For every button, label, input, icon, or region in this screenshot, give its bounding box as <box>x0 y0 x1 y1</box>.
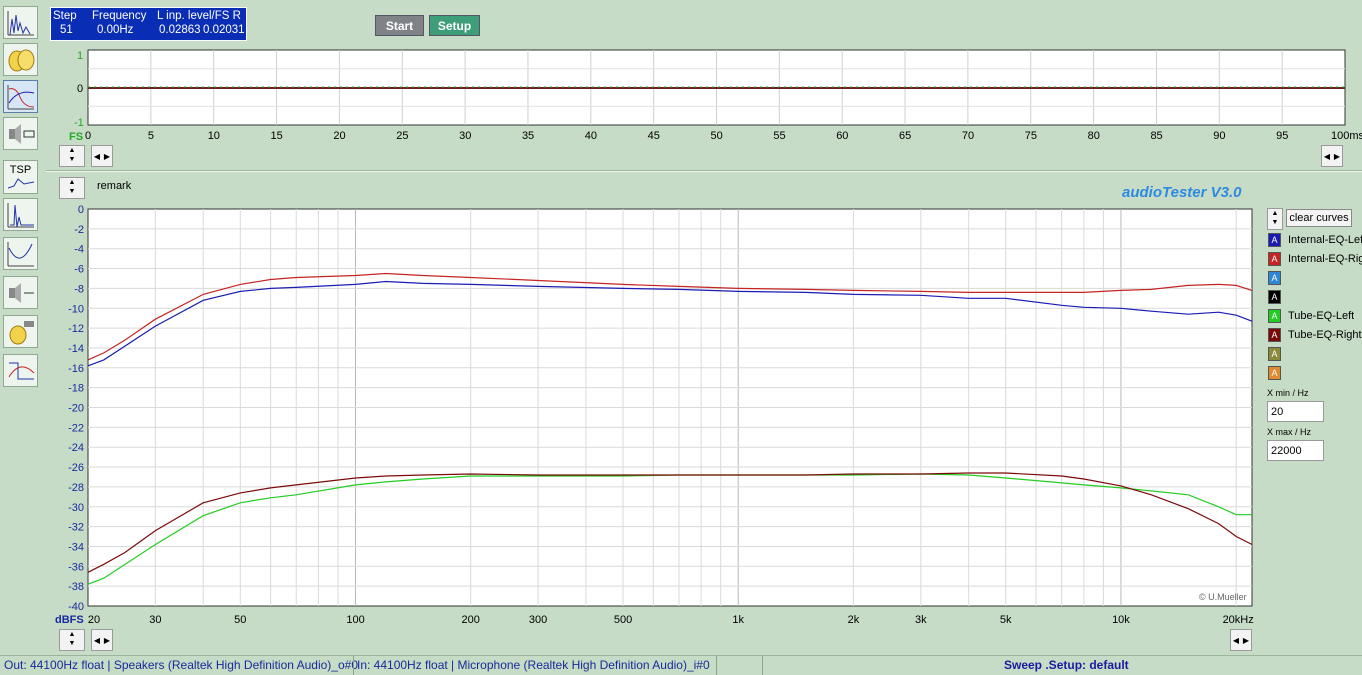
y-tick-label: -30 <box>68 502 84 514</box>
y-tick-label: -22 <box>68 422 84 434</box>
x-tick-label: 1k <box>732 614 744 626</box>
legend-label: Tube-EQ-Right <box>1288 329 1362 341</box>
y-tick-label: -2 <box>74 224 84 236</box>
status-bar: Out: 44100Hz float | Speakers (Realtek H… <box>0 655 1362 675</box>
xmax-label: X max / Hz <box>1267 427 1312 437</box>
legend-item[interactable]: A <box>1268 289 1288 305</box>
sweep-setup-status: Sweep .Setup: default <box>1004 658 1129 672</box>
xmin-label: X min / Hz <box>1267 388 1309 398</box>
input-device-status: In: 44100Hz float | Microphone (Realtek … <box>357 658 710 672</box>
legend-item[interactable]: A Internal-EQ-Left <box>1268 232 1362 248</box>
y-tick-label: -34 <box>68 541 84 553</box>
x-tick-label: 3k <box>915 614 927 626</box>
x-tick-label: 200 <box>462 614 480 626</box>
curve-color-swatch[interactable]: A <box>1268 290 1281 304</box>
x-tick-label: 300 <box>529 614 547 626</box>
curve-color-swatch[interactable]: A <box>1268 271 1281 285</box>
y-tick-label: -36 <box>68 561 84 573</box>
y-tick-label: -6 <box>74 264 84 276</box>
x-tick-label: 10k <box>1112 614 1130 626</box>
legend-item[interactable]: A Tube-EQ-Right <box>1268 327 1362 343</box>
legend-item[interactable]: A Internal-EQ-Right <box>1268 251 1362 267</box>
bottom-right-scroll[interactable]: ◀ ▶ <box>1230 629 1252 651</box>
y-tick-label: -8 <box>74 283 84 295</box>
legend-item[interactable]: A <box>1268 270 1288 286</box>
x-tick-label: 100 <box>346 614 364 626</box>
x-tick-label: 5k <box>1000 614 1012 626</box>
legend-item[interactable]: A <box>1268 365 1288 381</box>
curve-color-swatch[interactable]: A <box>1268 328 1281 342</box>
y-tick-label: -20 <box>68 403 84 415</box>
y-tick-label: -32 <box>68 522 84 534</box>
curve-color-swatch[interactable]: A <box>1268 233 1281 247</box>
y-tick-label: -28 <box>68 482 84 494</box>
x-tick-label: 20kHz <box>1223 614 1254 626</box>
x-tick-label: 2k <box>848 614 860 626</box>
y-tick-label: -4 <box>74 244 84 256</box>
legend-label: Internal-EQ-Left <box>1288 234 1362 246</box>
y-tick-label: -24 <box>68 442 84 454</box>
y-tick-label: -14 <box>68 343 84 355</box>
y-tick-label: -16 <box>68 363 84 375</box>
curve-color-swatch[interactable]: A <box>1268 366 1281 380</box>
curve-color-swatch[interactable]: A <box>1268 309 1281 323</box>
legend-item[interactable]: A Tube-EQ-Left <box>1268 308 1354 324</box>
frequency-response-chart: 0 -2 -4 -6 -8 -10 -12 -14 -16 -18 -20 -22 -24 -26 -28 -… <box>68 204 1254 626</box>
y-tick-label: -38 <box>68 581 84 593</box>
x-tick-label: 30 <box>149 614 161 626</box>
copyright: © U.Mueller <box>1199 592 1247 602</box>
curve-color-swatch[interactable]: A <box>1268 252 1281 266</box>
x-tick-label: 50 <box>234 614 246 626</box>
y-tick-label: -10 <box>68 303 84 315</box>
output-device-status: Out: 44100Hz float | Speakers (Realtek H… <box>4 658 358 672</box>
legend-label: Tube-EQ-Left <box>1288 310 1355 322</box>
clear-curves-button[interactable]: clear curves <box>1286 209 1352 227</box>
xmax-input[interactable] <box>1267 440 1324 461</box>
y-tick-label: -26 <box>68 462 84 474</box>
legend-item[interactable]: A <box>1268 346 1288 362</box>
y-unit-label: dBFS <box>55 614 84 626</box>
y-tick-label: 0 <box>78 204 84 216</box>
legend-label: Internal-EQ-Right <box>1288 253 1362 265</box>
bottom-left-scroll[interactable]: ◀ ▶ <box>91 629 113 651</box>
x-tick-label: 500 <box>614 614 632 626</box>
y-tick-label: -18 <box>68 383 84 395</box>
y-tick-label: -40 <box>68 601 84 613</box>
curve-color-swatch[interactable]: A <box>1268 347 1281 361</box>
xmin-input[interactable] <box>1267 401 1324 422</box>
y-tick-label: -12 <box>68 323 84 335</box>
legend-stepper[interactable]: ▲ ▼ <box>1267 208 1283 230</box>
bottom-zoom-stepper[interactable]: ▲ ▼ <box>59 629 85 651</box>
x-tick-label: 20 <box>88 614 100 626</box>
